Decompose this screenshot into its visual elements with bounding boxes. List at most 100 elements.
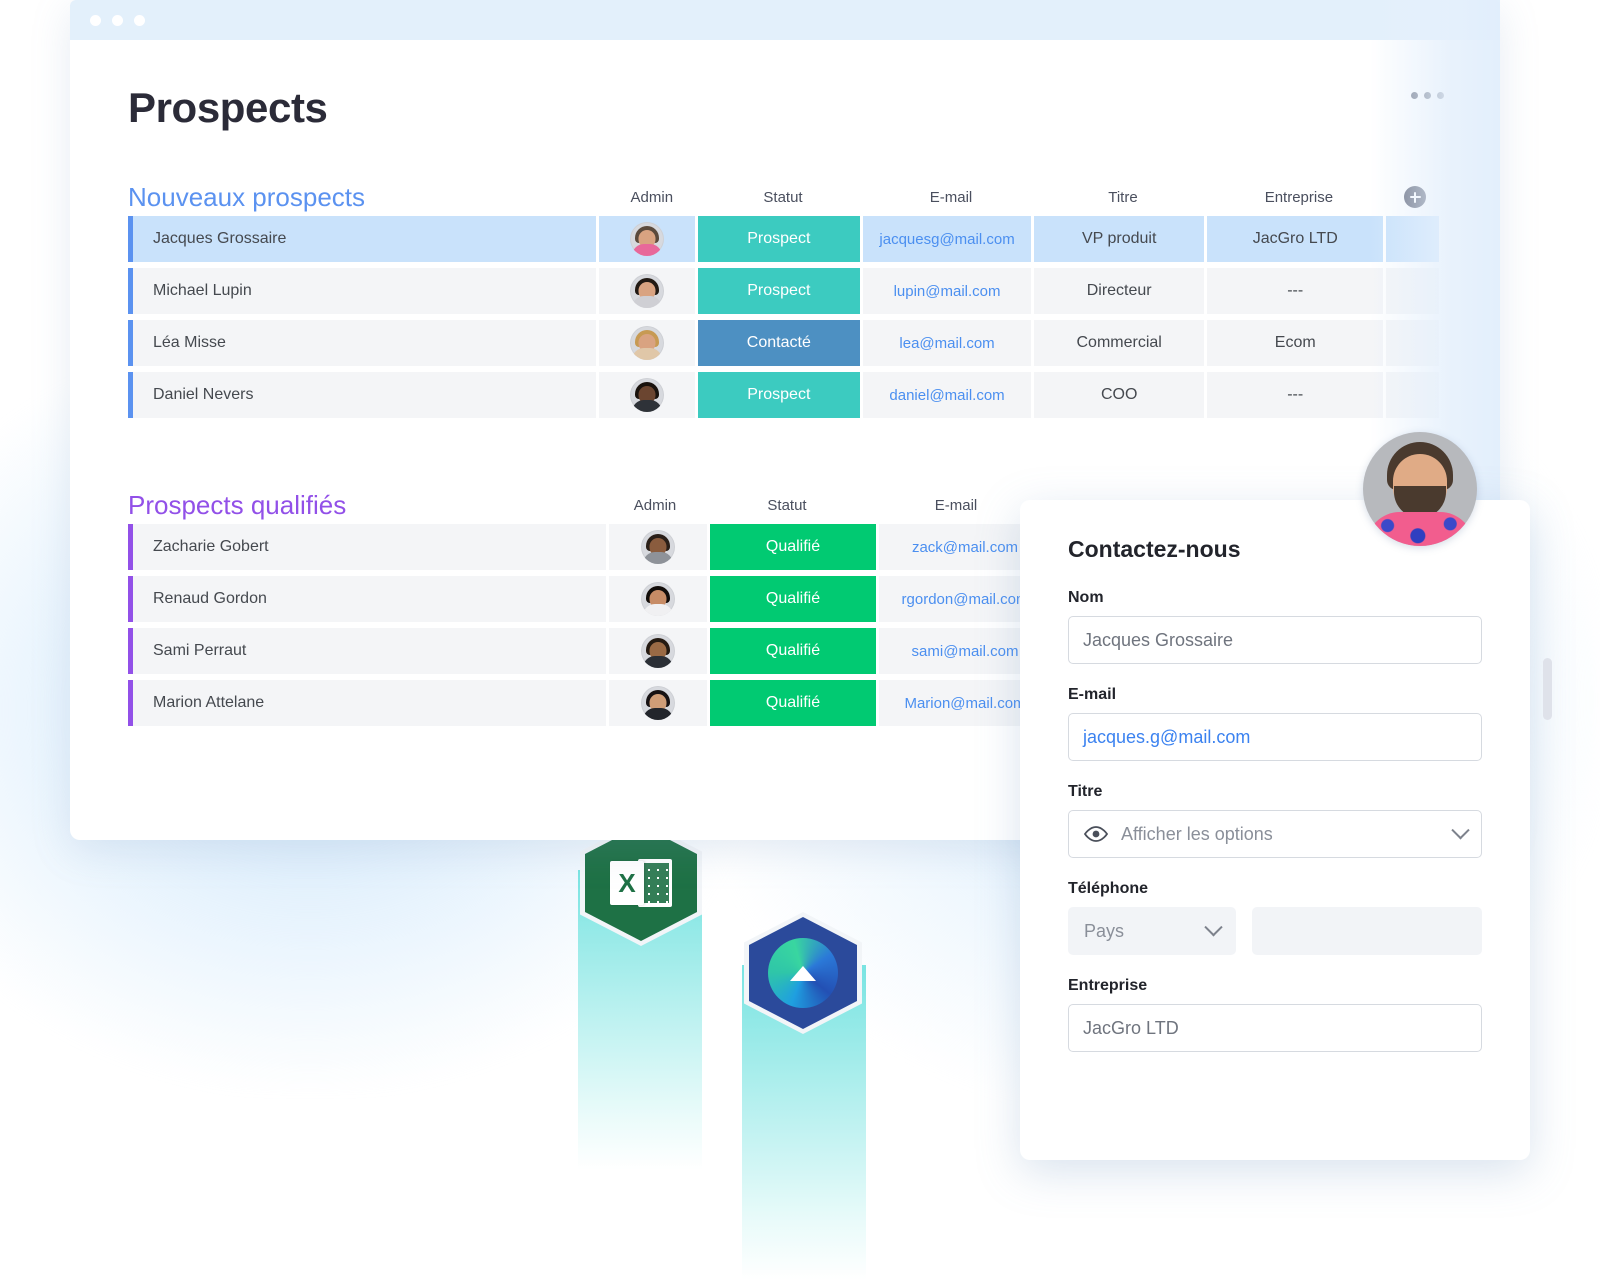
kebab-menu-icon[interactable] xyxy=(1411,92,1444,99)
cell-titre[interactable]: Directeur xyxy=(1034,268,1204,314)
cell-email[interactable]: lupin@mail.com xyxy=(863,268,1031,314)
avatar xyxy=(641,530,675,564)
avatar xyxy=(1363,432,1477,546)
table-row[interactable]: Michael Lupin Prospect lupin@mail.com Di… xyxy=(128,268,1442,314)
column-header-entreprise[interactable]: Entreprise xyxy=(1209,189,1388,206)
cell-name[interactable]: Sami Perraut xyxy=(128,628,606,674)
minimize-icon[interactable] xyxy=(112,15,123,26)
cell-admin[interactable] xyxy=(599,268,695,314)
page-title: Prospects xyxy=(128,84,1442,132)
excel-letter: X xyxy=(610,861,644,905)
cell-admin[interactable] xyxy=(599,216,695,262)
phone-number-input[interactable] xyxy=(1252,907,1482,955)
column-header-email[interactable]: E-mail xyxy=(870,497,1042,514)
field-label-entreprise: Entreprise xyxy=(1068,977,1482,995)
cell-entreprise[interactable]: Ecom xyxy=(1207,320,1383,366)
eye-icon xyxy=(1083,826,1109,842)
field-label-telephone: Téléphone xyxy=(1068,880,1482,898)
board-nouveaux-prospects: Nouveaux prospects Admin Statut E-mail T… xyxy=(128,178,1442,418)
cell-titre[interactable]: COO xyxy=(1034,372,1204,418)
board-header-row: Nouveaux prospects Admin Statut E-mail T… xyxy=(128,178,1442,216)
cell-entreprise[interactable]: --- xyxy=(1207,268,1383,314)
status-badge[interactable]: Qualifié xyxy=(710,680,876,726)
screenshot-root: X Prospects Nouveaux prospects Admin xyxy=(0,0,1600,1280)
field-email: E-mail jacques.g@mail.com xyxy=(1068,686,1482,761)
email-input[interactable]: jacques.g@mail.com xyxy=(1068,713,1482,761)
column-header-admin[interactable]: Admin xyxy=(603,189,700,206)
cell-email[interactable]: lea@mail.com xyxy=(863,320,1031,366)
field-entreprise: Entreprise JacGro LTD xyxy=(1068,977,1482,1052)
table-row[interactable]: Léa Misse Contacté lea@mail.com Commerci… xyxy=(128,320,1442,366)
form-scrollbar-thumb[interactable] xyxy=(1543,658,1552,720)
avatar xyxy=(641,634,675,668)
status-badge[interactable]: Qualifié xyxy=(710,628,876,674)
plus-icon xyxy=(1404,186,1426,208)
chevron-down-icon xyxy=(1451,821,1469,839)
cell-admin[interactable] xyxy=(609,628,707,674)
column-header-statut[interactable]: Statut xyxy=(701,189,866,206)
cell-name[interactable]: Zacharie Gobert xyxy=(128,524,606,570)
abstract-gradient-circle xyxy=(768,938,838,1008)
country-select[interactable]: Pays xyxy=(1068,907,1236,955)
cell-email[interactable]: jacquesg@mail.com xyxy=(863,216,1031,262)
column-header-admin[interactable]: Admin xyxy=(606,497,704,514)
cell-spacer xyxy=(1386,320,1439,366)
cell-spacer xyxy=(1386,372,1439,418)
cell-admin[interactable] xyxy=(599,372,695,418)
column-header-titre[interactable]: Titre xyxy=(1036,189,1209,206)
status-badge[interactable]: Contacté xyxy=(698,320,860,366)
window-titlebar xyxy=(70,0,1500,40)
column-header-statut[interactable]: Statut xyxy=(704,497,870,514)
avatar xyxy=(641,582,675,616)
cell-name[interactable]: Marion Attelane xyxy=(128,680,606,726)
field-label-email: E-mail xyxy=(1068,686,1482,704)
cell-name[interactable]: Jacques Grossaire xyxy=(128,216,596,262)
cell-spacer xyxy=(1386,268,1439,314)
cell-name[interactable]: Renaud Gordon xyxy=(128,576,606,622)
cell-entreprise[interactable]: --- xyxy=(1207,372,1383,418)
entreprise-input[interactable]: JacGro LTD xyxy=(1068,1004,1482,1052)
field-titre: Titre Afficher les options xyxy=(1068,783,1482,858)
cell-admin[interactable] xyxy=(599,320,695,366)
excel-glyph: X xyxy=(610,859,672,907)
cell-admin[interactable] xyxy=(609,524,707,570)
avatar xyxy=(630,378,664,412)
avatar xyxy=(630,274,664,308)
status-badge[interactable]: Prospect xyxy=(698,268,860,314)
avatar xyxy=(641,686,675,720)
status-badge[interactable]: Prospect xyxy=(698,216,860,262)
table-row[interactable]: Jacques Grossaire Prospect jacquesg@mail… xyxy=(128,216,1442,262)
close-icon[interactable] xyxy=(90,15,101,26)
board-title: Nouveaux prospects xyxy=(128,182,603,213)
titre-select-value: Afficher les options xyxy=(1121,824,1273,845)
cell-name[interactable]: Léa Misse xyxy=(128,320,596,366)
field-nom: Nom Jacques Grossaire xyxy=(1068,589,1482,664)
field-telephone: Téléphone Pays xyxy=(1068,880,1482,955)
maximize-icon[interactable] xyxy=(134,15,145,26)
cell-entreprise[interactable]: JacGro LTD xyxy=(1207,216,1383,262)
cell-name[interactable]: Michael Lupin xyxy=(128,268,596,314)
titre-select[interactable]: Afficher les options xyxy=(1068,810,1482,858)
avatar xyxy=(630,222,664,256)
chevron-down-icon xyxy=(1204,918,1222,936)
cell-titre[interactable]: Commercial xyxy=(1034,320,1204,366)
country-select-value: Pays xyxy=(1084,921,1124,942)
cell-email[interactable]: daniel@mail.com xyxy=(863,372,1031,418)
triangle-glyph xyxy=(790,966,816,981)
add-column-button[interactable] xyxy=(1388,186,1442,208)
status-badge[interactable]: Prospect xyxy=(698,372,860,418)
field-label-titre: Titre xyxy=(1068,783,1482,801)
status-badge[interactable]: Qualifié xyxy=(710,524,876,570)
cell-admin[interactable] xyxy=(609,680,707,726)
cell-titre[interactable]: VP produit xyxy=(1034,216,1204,262)
field-label-nom: Nom xyxy=(1068,589,1482,607)
column-header-email[interactable]: E-mail xyxy=(866,189,1037,206)
cell-name[interactable]: Daniel Nevers xyxy=(128,372,596,418)
nom-input[interactable]: Jacques Grossaire xyxy=(1068,616,1482,664)
contact-form-card: Contactez-nous Nom Jacques Grossaire E-m… xyxy=(1020,500,1530,1160)
table-row[interactable]: Daniel Nevers Prospect daniel@mail.com C… xyxy=(128,372,1442,418)
avatar xyxy=(630,326,664,360)
board-title: Prospects qualifiés xyxy=(128,490,606,521)
status-badge[interactable]: Qualifié xyxy=(710,576,876,622)
cell-admin[interactable] xyxy=(609,576,707,622)
